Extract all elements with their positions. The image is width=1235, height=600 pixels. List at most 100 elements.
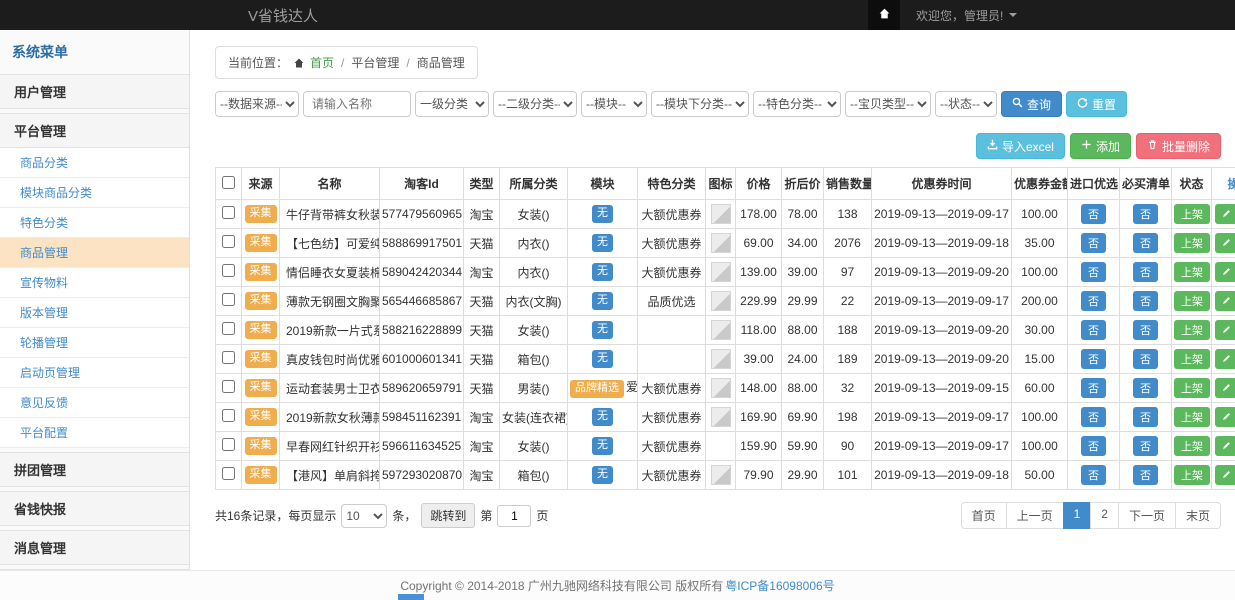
sidebar-item-user-management[interactable]: 用户管理 [0,74,189,109]
filter-module-select[interactable]: --模块-- [581,91,647,117]
module-cell: 无 [568,229,638,258]
must-buy-button[interactable]: 否 [1133,291,1158,311]
must-buy-button[interactable]: 否 [1133,407,1158,427]
sidebar-item-splash-management[interactable]: 启动页管理 [0,358,189,388]
home-button[interactable] [868,0,900,30]
page-number-input[interactable] [497,505,531,527]
import-select-button[interactable]: 否 [1081,407,1106,427]
filter-status-select[interactable]: --状态-- [935,91,997,117]
select-all-checkbox[interactable] [222,176,235,189]
column-header-actions: 操作 [1212,168,1235,200]
status-button[interactable]: 上架 [1174,320,1210,340]
import-select-button[interactable]: 否 [1081,262,1106,282]
search-button[interactable]: 查询 [1001,91,1062,117]
sidebar-item-saving-news[interactable]: 省钱快报 [0,491,189,526]
must-buy-button[interactable]: 否 [1133,262,1158,282]
import-select-button[interactable]: 否 [1081,291,1106,311]
must-buy-button[interactable]: 否 [1133,349,1158,369]
edit-button[interactable] [1215,204,1235,224]
page-button-下一页[interactable]: 下一页 [1118,502,1176,529]
status-button[interactable]: 上架 [1174,262,1210,282]
status-button[interactable]: 上架 [1174,291,1210,311]
status-button[interactable]: 上架 [1174,349,1210,369]
row-checkbox[interactable] [222,438,235,451]
status-button[interactable]: 上架 [1174,233,1210,253]
row-checkbox[interactable] [222,322,235,335]
must-buy-button[interactable]: 否 [1133,436,1158,456]
import-select-button[interactable]: 否 [1081,378,1106,398]
sidebar-item-carousel-management[interactable]: 轮播管理 [0,328,189,358]
status-button[interactable]: 上架 [1174,204,1210,224]
user-menu[interactable]: 欢迎您，管理员! [916,7,1017,24]
row-checkbox[interactable] [222,235,235,248]
add-button[interactable]: 添加 [1070,133,1131,159]
page-button-2[interactable]: 2 [1090,502,1119,529]
edit-button[interactable] [1215,233,1235,253]
row-checkbox[interactable] [222,206,235,219]
table-row: 采集 情侣睡衣女夏装棉男士... 589042420344 淘宝 内衣() 无 … [216,258,1235,287]
product-category: 箱包() [500,461,568,490]
sidebar-item-feedback[interactable]: 意见反馈 [0,388,189,418]
must-buy-button[interactable]: 否 [1133,378,1158,398]
edit-button[interactable] [1215,407,1235,427]
sidebar-item-feature-category[interactable]: 特色分类 [0,208,189,238]
sidebar-item-goods-management[interactable]: 商品管理 [0,238,189,268]
filter-feature-select[interactable]: --特色分类-- [753,91,841,117]
edit-button[interactable] [1215,262,1235,282]
sidebar-item-module-goods-category[interactable]: 模块商品分类 [0,178,189,208]
sidebar-item-message-management[interactable]: 消息管理 [0,530,189,565]
sidebar-item-version-management[interactable]: 版本管理 [0,298,189,328]
filter-level2-category-select[interactable]: --二级分类-- [493,91,577,117]
edit-button[interactable] [1215,320,1235,340]
import-select-button[interactable]: 否 [1081,233,1106,253]
edit-button[interactable] [1215,291,1235,311]
filter-item-type-select[interactable]: --宝贝类型-- [845,91,931,117]
filter-data-source-select[interactable]: --数据来源-- [215,91,299,117]
row-checkbox[interactable] [222,380,235,393]
row-checkbox[interactable] [222,409,235,422]
edit-button[interactable] [1215,378,1235,398]
batch-delete-button[interactable]: 批量删除 [1136,133,1221,159]
edit-button[interactable] [1215,349,1235,369]
must-buy-button[interactable]: 否 [1133,233,1158,253]
filter-module-sub-select[interactable]: --模块下分类-- [651,91,749,117]
sidebar-item-order-management[interactable]: 订单管理 [0,569,189,570]
sidebar-item-platform-config[interactable]: 平台配置 [0,418,189,448]
import-excel-button[interactable]: 导入excel [976,133,1065,159]
reset-button[interactable]: 重置 [1066,91,1127,117]
sidebar-item-groupbuy-management[interactable]: 拼团管理 [0,452,189,487]
row-checkbox[interactable] [222,467,235,480]
status-button[interactable]: 上架 [1174,407,1210,427]
import-select-button[interactable]: 否 [1081,465,1106,485]
page-button-末页[interactable]: 末页 [1175,502,1221,529]
edit-button[interactable] [1215,465,1235,485]
import-select-button[interactable]: 否 [1081,320,1106,340]
per-page-select[interactable]: 10 [341,504,387,528]
filter-level1-category-select[interactable]: 一级分类 [415,91,489,117]
row-checkbox[interactable] [222,351,235,364]
import-select-button[interactable]: 否 [1081,204,1106,224]
status-button[interactable]: 上架 [1174,436,1210,456]
icp-link[interactable]: 粤ICP备16098006号 [725,577,834,594]
import-select-button[interactable]: 否 [1081,349,1106,369]
sidebar-item-platform-management[interactable]: 平台管理 [0,113,189,148]
search-icon [1012,97,1023,111]
row-checkbox[interactable] [222,264,235,277]
page-button-首页[interactable]: 首页 [961,502,1007,529]
status-button[interactable]: 上架 [1174,378,1210,398]
breadcrumb-home-link[interactable]: 首页 [310,54,334,71]
page-button-1[interactable]: 1 [1063,502,1092,529]
edit-button[interactable] [1215,436,1235,456]
row-checkbox[interactable] [222,293,235,306]
must-buy-button[interactable]: 否 [1133,204,1158,224]
sidebar-item-goods-category[interactable]: 商品分类 [0,148,189,178]
status-button[interactable]: 上架 [1174,465,1210,485]
sidebar-item-promo-materials[interactable]: 宣传物料 [0,268,189,298]
import-select-button[interactable]: 否 [1081,436,1106,456]
name-search-input[interactable] [303,91,411,117]
jump-button[interactable]: 跳转到 [421,503,475,528]
must-buy-button[interactable]: 否 [1133,465,1158,485]
module-badge: 无 [592,321,613,338]
must-buy-button[interactable]: 否 [1133,320,1158,340]
page-button-上一页[interactable]: 上一页 [1006,502,1064,529]
